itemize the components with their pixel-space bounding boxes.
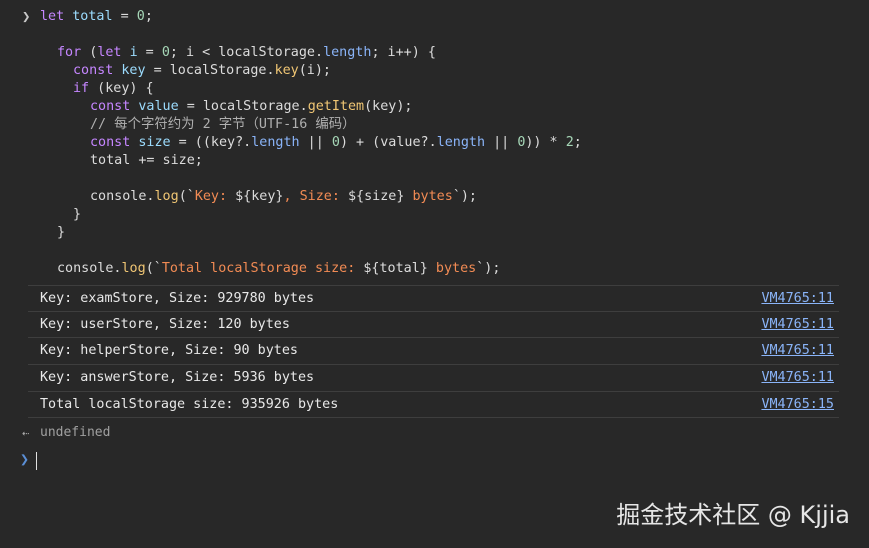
code-punct: `); [476,261,501,276]
log-message: Key: answerStore, Size: 5936 bytes [40,370,315,385]
code-line: console.log(`Key: ${key}, Size: ${size} … [0,188,869,206]
code-line: } [0,224,869,242]
log-source-link[interactable]: VM4765:11 [761,343,834,359]
code-operator: || [299,135,332,150]
log-message: Total localStorage size: 935926 bytes [40,397,339,412]
code-operator: = localStorage. [178,99,308,114]
code-line: } [0,206,869,224]
code-line: const value = localStorage.getItem(key); [0,98,869,116]
code-keyword: if [73,81,90,96]
code-keyword: let [40,9,65,24]
code-variable: i [186,45,195,60]
text-caret [36,452,37,470]
code-variable: value [138,99,179,114]
code-punct: ; [573,135,582,150]
code-punct: (key); [364,99,413,114]
code-object: console. [90,189,155,204]
code-statement: total += size; [90,153,203,168]
code-number: 2 [565,135,574,150]
log-message: Key: helperStore, Size: 90 bytes [40,343,298,358]
code-line: console.log(`Total localStorage size: ${… [0,260,869,278]
code-punct: (` [178,189,195,204]
code-variable: total [72,9,113,24]
code-function: log [121,261,146,276]
result-value: undefined [40,425,111,440]
code-string: Key: [194,189,236,204]
code-line: for (let i = 0; i < localStorage.length;… [0,44,869,62]
code-brace: } [57,225,66,240]
code-punct: ; i++) { [371,45,436,60]
code-punct: = ((key?. [170,135,252,150]
code-string: bytes [427,261,477,276]
code-keyword: const [73,63,114,78]
log-message: Key: examStore, Size: 929780 bytes [40,291,315,306]
chevron-right-icon: ❯ [20,450,30,468]
code-variable: size [138,135,171,150]
code-punct: ) + (value?. [339,135,437,150]
console-input-code: ❯ let total = 0; for (let i = 0; i < loc… [0,8,869,278]
code-function: getItem [307,99,365,114]
code-object: console. [57,261,122,276]
watermark: 掘金技术社区 @ Kjjia [616,501,850,529]
code-punct: )) * [525,135,566,150]
code-keyword: let [97,45,122,60]
code-property: length [323,45,372,60]
code-operator: < localStorage. [194,45,324,60]
code-template-expr: ${key} [235,189,284,204]
code-line: const key = localStorage.key(i); [0,62,869,80]
code-number: 0 [161,45,170,60]
log-source-link[interactable]: VM4765:11 [761,291,834,307]
code-operator: = [137,45,162,60]
console-result-row: ⇠ undefined [0,424,869,444]
code-line: // 每个字符约为 2 字节（UTF-16 编码） [0,116,869,134]
code-punct: ; [144,9,153,24]
code-punct: ( [81,45,98,60]
code-function: log [154,189,179,204]
code-string: Total localStorage size: [161,261,364,276]
code-operator: = localStorage. [145,63,275,78]
code-template-expr: ${size} [348,189,405,204]
code-keyword: for [57,45,82,60]
code-variable: i [129,45,138,60]
code-line: if (key) { [0,80,869,98]
log-source-link[interactable]: VM4765:15 [761,397,834,413]
console-prompt[interactable]: ❯ [0,450,869,472]
code-punct: (i); [298,63,331,78]
log-message: Key: userStore, Size: 120 bytes [40,317,290,332]
code-punct: ; [169,45,186,60]
code-string: bytes [404,189,453,204]
code-punct: (key) { [89,81,154,96]
code-line: ❯ let total = 0; [0,8,869,26]
code-keyword: const [90,135,131,150]
code-number: 0 [136,9,145,24]
console-log-row: Key: userStore, Size: 120 bytes VM4765:1… [28,311,839,337]
code-variable: key [121,63,146,78]
console-log-row: Total localStorage size: 935926 bytes VM… [28,391,839,418]
code-property: length [436,135,486,150]
code-function: key [274,63,299,78]
code-keyword: const [90,99,131,114]
code-line: const size = ((key?.length || 0) + (valu… [0,134,869,152]
code-punct: (` [145,261,162,276]
log-source-link[interactable]: VM4765:11 [761,370,834,386]
code-template-expr: ${total} [363,261,428,276]
code-string: , Size: [283,189,348,204]
code-line: total += size; [0,152,869,170]
code-punct: `); [452,189,477,204]
log-source-link[interactable]: VM4765:11 [761,317,834,333]
code-brace: } [73,207,82,222]
code-operator: = [112,9,137,24]
console-log-row: Key: examStore, Size: 929780 bytes VM476… [28,285,839,311]
return-arrow-icon: ⇠ [22,426,30,440]
code-comment: // 每个字符约为 2 字节（UTF-16 编码） [90,117,356,132]
console-log-row: Key: helperStore, Size: 90 bytes VM4765:… [28,337,839,363]
code-number: 0 [331,135,340,150]
code-property: length [251,135,300,150]
code-operator: || [485,135,518,150]
chevron-right-icon: ❯ [22,9,31,25]
console-log-row: Key: answerStore, Size: 5936 bytes VM476… [28,364,839,390]
